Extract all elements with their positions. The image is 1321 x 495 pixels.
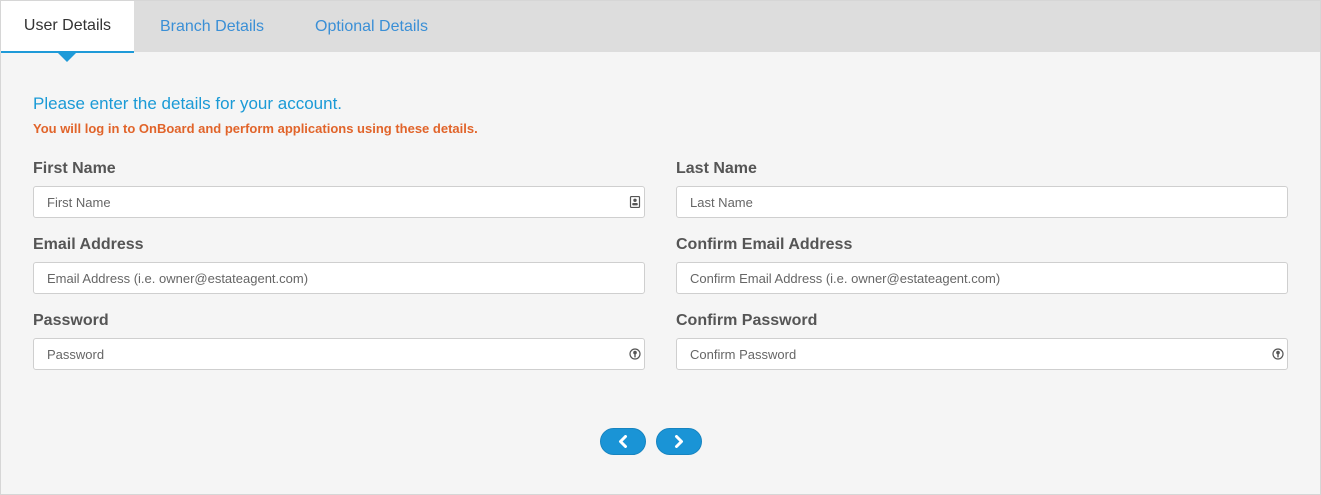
registration-panel: User Details Branch Details Optional Det… [0, 0, 1321, 495]
last-name-field-wrapper [676, 186, 1288, 218]
last-name-input[interactable] [677, 187, 1287, 217]
previous-button[interactable] [600, 428, 646, 455]
email-label: Email Address [33, 236, 144, 253]
password-key-icon[interactable] [629, 348, 641, 360]
confirm-password-field-wrapper [676, 338, 1288, 370]
password-label: Password [33, 312, 109, 329]
contact-card-icon[interactable] [629, 196, 641, 208]
tab-user-details-label: User Details [23, 17, 112, 34]
tab-optional-details[interactable]: Optional Details [315, 1, 428, 52]
confirm-email-label: Confirm Email Address [676, 236, 853, 253]
confirm-password-label: Confirm Password [676, 312, 818, 329]
tab-branch-details-label: Branch Details [160, 18, 265, 35]
confirm-email-field-wrapper [676, 262, 1288, 294]
tab-bar: User Details Branch Details Optional Det… [1, 1, 1320, 62]
first-name-field-wrapper [33, 186, 645, 218]
chevron-left-icon [619, 435, 627, 448]
tab-user-details[interactable]: User Details [1, 1, 134, 62]
first-name-label: First Name [33, 160, 116, 177]
chevron-right-icon [675, 435, 683, 448]
tab-optional-details-label: Optional Details [315, 18, 428, 35]
password-input[interactable] [34, 339, 644, 369]
next-button[interactable] [656, 428, 702, 455]
password-field-wrapper [33, 338, 645, 370]
confirm-password-input[interactable] [677, 339, 1287, 369]
tab-branch-details[interactable]: Branch Details [160, 1, 264, 52]
email-input[interactable] [34, 263, 644, 293]
intro-title: Please enter the details for your accoun… [33, 94, 343, 113]
confirm-email-input[interactable] [677, 263, 1287, 293]
intro-subtitle: You will log in to OnBoard and perform a… [33, 121, 478, 136]
last-name-label: Last Name [676, 160, 757, 177]
email-field-wrapper [33, 262, 645, 294]
active-tab-caret-icon [58, 53, 76, 62]
first-name-input[interactable] [34, 187, 644, 217]
password-key-icon[interactable] [1272, 348, 1284, 360]
